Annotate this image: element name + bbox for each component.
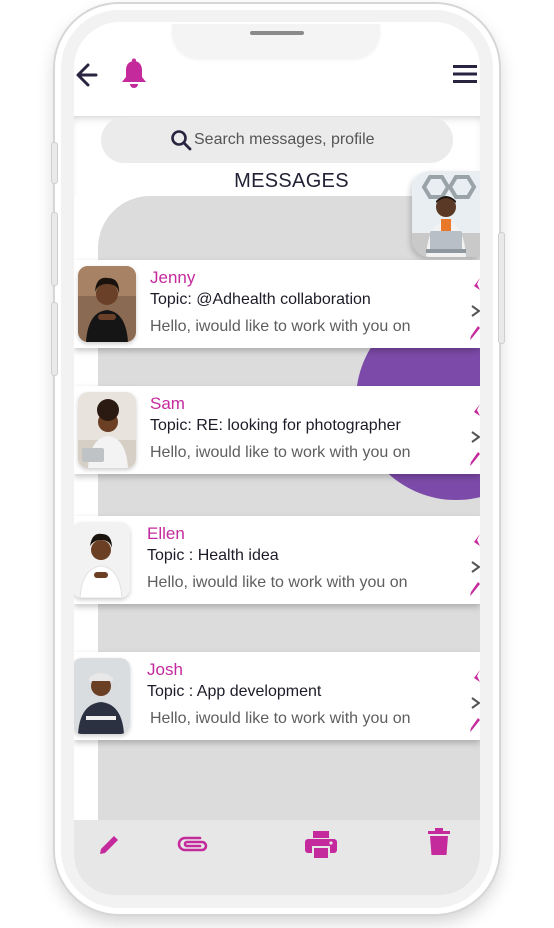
app-screen: MESSAGES Je	[74, 22, 480, 895]
message-topic: Topic: RE: looking for photographer	[150, 417, 401, 434]
arrow-left-icon[interactable]	[74, 62, 98, 88]
message-topic: Topic : App development	[147, 683, 322, 700]
profile-avatar[interactable]	[412, 171, 480, 257]
pencil-icon[interactable]	[470, 452, 480, 466]
avatar	[74, 658, 130, 734]
pencil-icon[interactable]	[470, 718, 480, 732]
avatar	[78, 392, 136, 468]
volume-down-button	[51, 302, 58, 376]
message-card[interactable]: Ellen Topic : Health idea Hello, iwould …	[74, 516, 480, 604]
pencil-icon[interactable]	[98, 834, 120, 856]
message-topic: Topic: @Adhealth collaboration	[150, 291, 371, 308]
message-card[interactable]: Jenny Topic: @Adhealth collaboration Hel…	[74, 260, 480, 348]
phone-notch	[172, 24, 380, 58]
power-button	[498, 232, 505, 344]
trash-icon[interactable]	[428, 828, 450, 856]
search-bar[interactable]	[101, 117, 453, 163]
star-icon[interactable]	[468, 276, 480, 294]
printer-icon[interactable]	[304, 830, 338, 860]
message-card[interactable]: Sam Topic: RE: looking for photographer …	[74, 386, 480, 474]
paperclip-icon[interactable]	[176, 832, 210, 856]
search-icon	[171, 130, 192, 151]
avatar-photo	[74, 658, 130, 734]
star-icon[interactable]	[468, 402, 480, 420]
avatar-photo	[78, 266, 136, 342]
message-card[interactable]: Josh Topic : App development Hello, iwou…	[74, 652, 480, 740]
sender-name: Josh	[147, 660, 183, 679]
chevron-icon[interactable]	[471, 430, 480, 444]
bottom-toolbar	[74, 820, 480, 895]
pencil-icon[interactable]	[470, 326, 480, 340]
chevron-icon[interactable]	[471, 560, 480, 574]
bell-icon[interactable]	[120, 58, 148, 90]
avatar-photo	[74, 522, 130, 598]
sender-name: Jenny	[150, 268, 196, 287]
message-topic: Topic : Health idea	[147, 547, 279, 564]
avatar	[78, 266, 136, 342]
search-input[interactable]	[194, 131, 384, 149]
avatar	[74, 522, 130, 598]
sender-name: Sam	[150, 394, 185, 413]
message-preview: Hello, iwould like to work with you on	[150, 444, 411, 461]
star-icon[interactable]	[468, 532, 480, 550]
volume-up-button	[51, 212, 58, 286]
profile-photo	[412, 171, 480, 257]
mute-switch	[51, 142, 58, 184]
hamburger-menu-icon[interactable]	[452, 63, 478, 85]
sender-name: Ellen	[147, 524, 185, 543]
chevron-icon[interactable]	[471, 304, 480, 318]
message-preview: Hello, iwould like to work with you on	[150, 710, 411, 727]
star-icon[interactable]	[468, 668, 480, 686]
pencil-icon[interactable]	[470, 582, 480, 596]
chevron-icon[interactable]	[471, 696, 480, 710]
avatar-photo	[78, 392, 136, 468]
message-preview: Hello, iwould like to work with you on	[150, 318, 411, 335]
message-preview: Hello, iwould like to work with you on	[147, 574, 408, 591]
phone-speaker	[250, 31, 304, 35]
